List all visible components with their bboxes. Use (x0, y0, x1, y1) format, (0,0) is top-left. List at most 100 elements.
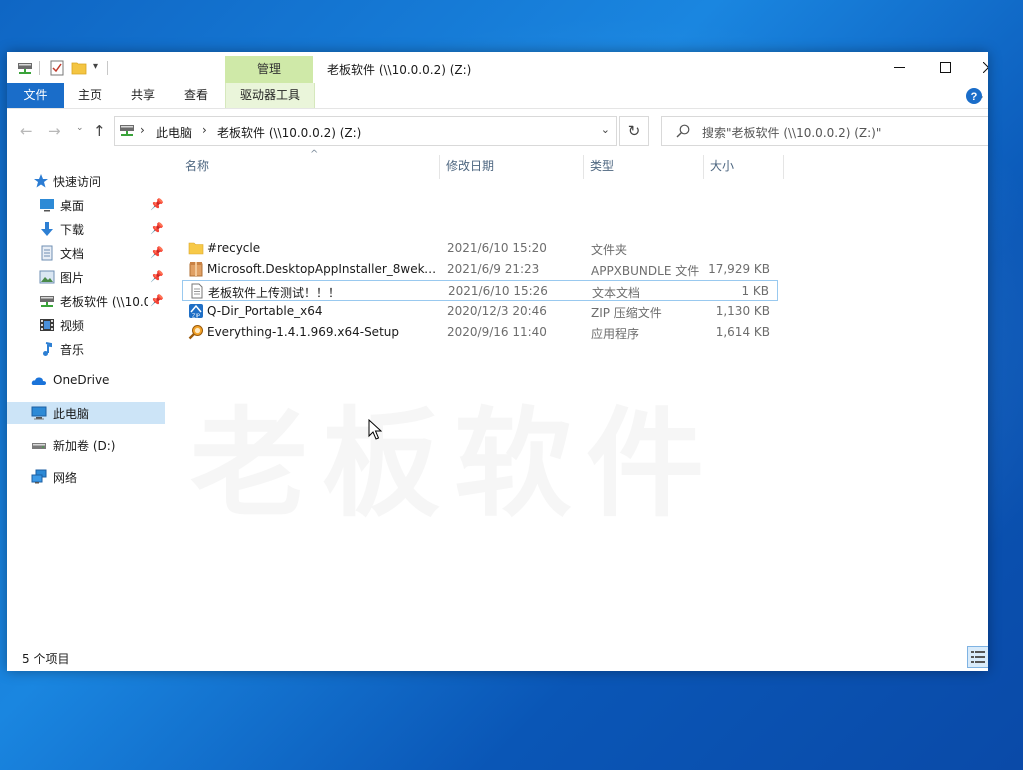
title-bar: ▾ 管理 老板软件 (\\10.0.0.2) (Z:) (7, 52, 988, 83)
pin-icon[interactable]: 📌 (150, 294, 164, 307)
nav-item-this-pc[interactable]: 此电脑 (7, 402, 165, 424)
file-type: 应用程序 (591, 327, 640, 341)
nav-label: 视频 (60, 319, 85, 333)
music-icon (43, 342, 52, 356)
customize-quick-access-icon[interactable]: ▾ (93, 61, 98, 72)
nav-item-pictures[interactable]: 图片 📌 (7, 266, 165, 288)
new-folder-icon[interactable] (71, 60, 87, 76)
file-row[interactable]: #recycle 2021/6/10 15:20 文件夹 (182, 238, 778, 259)
file-row[interactable]: Everything-1.4.1.969.x64-Setup 2020/9/16… (182, 322, 778, 343)
column-separator[interactable] (783, 155, 784, 179)
nav-item-downloads[interactable]: 下载 📌 (7, 218, 165, 240)
zip-icon: ZIP (189, 304, 203, 319)
tab-manage[interactable]: 管理 (225, 56, 313, 83)
pin-icon[interactable]: 📌 (150, 198, 164, 211)
file-date: 2021/6/9 21:23 (447, 262, 540, 276)
breadcrumb-drive[interactable]: 老板软件 (\\10.0.0.2) (Z:) (217, 124, 361, 141)
search-placeholder: 搜索"老板软件 (\\10.0.0.2) (Z:)" (702, 126, 882, 140)
network-icon (31, 469, 47, 484)
recent-locations-icon[interactable]: ⌄ (76, 123, 84, 133)
window-title: 老板软件 (\\10.0.0.2) (Z:) (327, 63, 472, 77)
nav-label: 此电脑 (53, 407, 90, 421)
nav-item-drive-d[interactable]: 新加卷 (D:) (7, 434, 165, 456)
forward-button[interactable]: → (48, 122, 61, 140)
nav-label: 下载 (60, 223, 85, 237)
watermark: 老板软件 (190, 368, 718, 539)
column-separator[interactable] (703, 155, 704, 179)
file-name: 老板软件上传测试！！！ (208, 286, 341, 300)
nav-item-videos[interactable]: 视频 (7, 314, 165, 336)
file-name: #recycle (207, 241, 261, 255)
nav-label: 桌面 (60, 199, 85, 213)
file-list: 老板软件 ^ 名称 修改日期 类型 大小 #recycle 2021/6/10 … (165, 149, 988, 651)
help-icon: ? (966, 88, 982, 104)
nav-item-desktop[interactable]: 桌面 📌 (7, 194, 165, 216)
package-icon (189, 262, 203, 277)
explorer-window: ▾ 管理 老板软件 (\\10.0.0.2) (Z:) 文件 主页 共享 查看 … (7, 52, 988, 671)
refresh-icon: ↻ (627, 122, 641, 140)
maximize-button[interactable] (922, 52, 968, 83)
file-type: 文本文档 (592, 286, 641, 300)
column-header-name[interactable]: 名称 (185, 153, 439, 179)
status-bar: 5 个项目 (7, 646, 988, 671)
file-row[interactable]: 老板软件上传测试！！！ 2021/6/10 15:26 文本文档 1 KB (182, 280, 778, 301)
ribbon-tabs: 文件 主页 共享 查看 驱动器工具 ⌄ (7, 83, 988, 109)
column-separator[interactable] (583, 155, 584, 179)
tab-view[interactable]: 查看 (175, 83, 217, 108)
breadcrumb-separator[interactable]: › (202, 123, 207, 137)
tab-file[interactable]: 文件 (7, 83, 64, 108)
up-button[interactable]: ↑ (93, 122, 106, 140)
close-button[interactable] (968, 52, 988, 83)
address-dropdown-icon[interactable]: ⌄ (601, 123, 610, 136)
file-size: 1 KB (741, 284, 769, 298)
navigation-bar: ← → ⌄ ↑ › 此电脑 › 老板软件 (\\10.0.0.2) (Z:) ⌄… (7, 109, 988, 153)
nav-item-documents[interactable]: 文档 📌 (7, 242, 165, 264)
pin-icon[interactable]: 📌 (150, 270, 164, 283)
folder-icon (188, 242, 204, 255)
file-row[interactable]: ZIP Q-Dir_Portable_x64 2020/12/3 20:46 Z… (182, 301, 778, 322)
breadcrumb-this-pc[interactable]: 此电脑 (156, 124, 192, 141)
column-separator[interactable] (439, 155, 440, 179)
address-bar[interactable]: › 此电脑 › 老板软件 (\\10.0.0.2) (Z:) ⌄ (114, 116, 617, 146)
file-row[interactable]: Microsoft.DesktopAppInstaller_8wekyb3d8b… (182, 259, 778, 280)
minimize-button[interactable] (876, 52, 922, 83)
pin-icon[interactable]: 📌 (150, 222, 164, 235)
svg-text:?: ? (971, 91, 978, 103)
separator (39, 61, 40, 75)
nav-label: 快速访问 (53, 175, 102, 189)
details-view-button[interactable] (967, 646, 988, 668)
nav-item-network-drive[interactable]: 老板软件 (\\10.0.0.2) (Z:) 📌 (7, 290, 165, 312)
nav-item-network[interactable]: 网络 (7, 466, 165, 488)
cloud-icon (31, 377, 46, 385)
back-button[interactable]: ← (20, 122, 33, 140)
tab-drive-tools[interactable]: 驱动器工具 (225, 83, 315, 108)
properties-icon[interactable] (49, 60, 65, 76)
column-header-date[interactable]: 修改日期 (446, 153, 583, 179)
file-date: 2020/12/3 20:46 (447, 304, 547, 318)
help-button[interactable]: ? (965, 87, 983, 105)
file-date: 2020/9/16 11:40 (447, 325, 547, 339)
nav-item-onedrive[interactable]: OneDrive (7, 370, 165, 392)
tab-home[interactable]: 主页 (69, 83, 111, 108)
nav-item-music[interactable]: 音乐 (7, 338, 165, 360)
search-box[interactable]: 搜索"老板软件 (\\10.0.0.2) (Z:)" (661, 116, 988, 146)
nav-label: 网络 (53, 471, 78, 485)
details-view-icon (971, 651, 985, 663)
file-name: Q-Dir_Portable_x64 (207, 304, 323, 318)
nav-quick-access[interactable]: 快速访问 (7, 170, 165, 192)
refresh-button[interactable]: ↻ (619, 116, 649, 146)
pin-icon[interactable]: 📌 (150, 246, 164, 259)
file-type: ZIP 压缩文件 (591, 306, 662, 320)
tab-share[interactable]: 共享 (122, 83, 164, 108)
column-header-size[interactable]: 大小 (710, 153, 780, 179)
file-type: APPXBUNDLE 文件 (591, 264, 700, 278)
nav-label: 新加卷 (D:) (53, 439, 116, 453)
nav-label: 图片 (60, 271, 85, 285)
nav-label: OneDrive (53, 373, 110, 387)
separator (107, 61, 108, 75)
breadcrumb-separator[interactable]: › (140, 123, 145, 137)
file-date: 2021/6/10 15:20 (447, 241, 547, 255)
text-file-icon (191, 283, 203, 299)
maximize-icon (939, 62, 951, 73)
column-header-type[interactable]: 类型 (590, 153, 703, 179)
